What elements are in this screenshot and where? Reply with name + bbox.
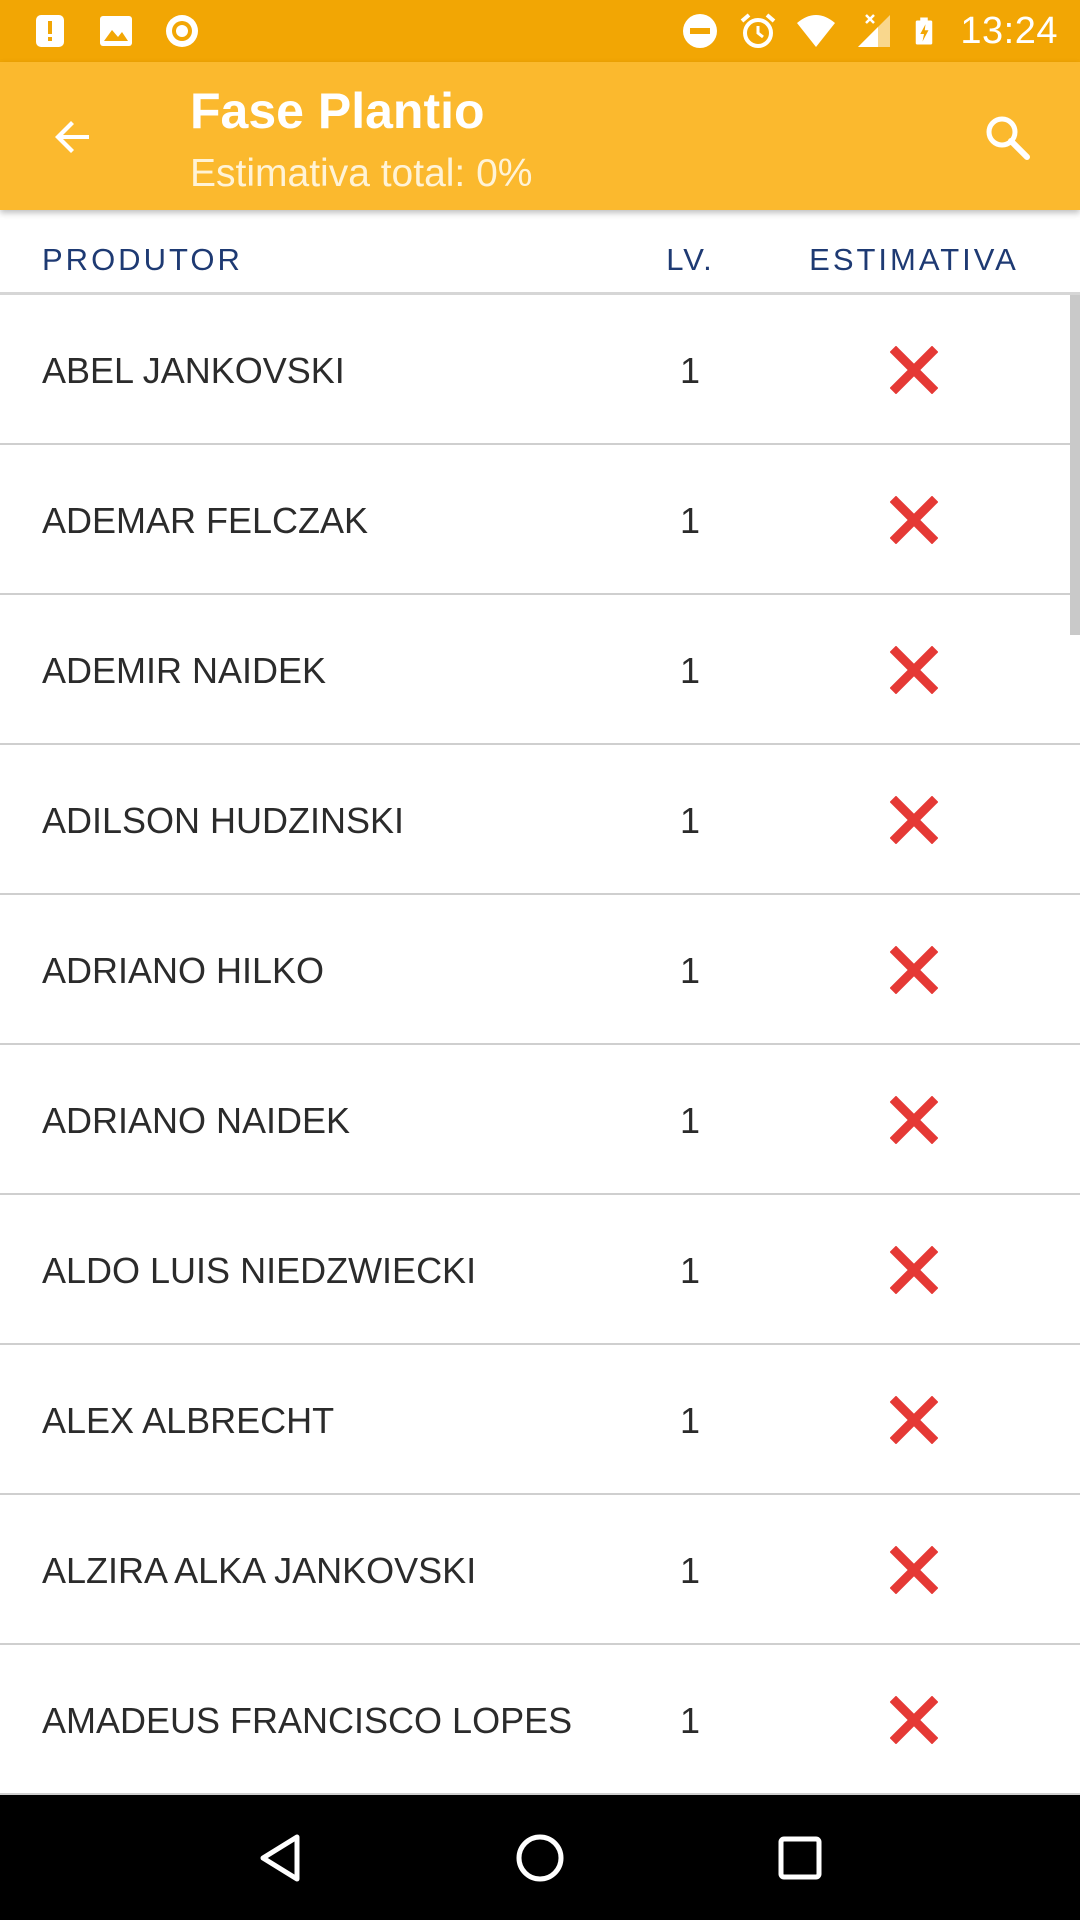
- x-mark-icon: [868, 640, 960, 700]
- producer-name: ADEMIR NAIDEK: [42, 650, 327, 691]
- producer-lv: 1: [679, 800, 701, 841]
- producer-lv: 1: [679, 1100, 701, 1141]
- table-row[interactable]: AMADEUS FRANCISCO LOPES 1: [0, 1645, 1080, 1795]
- status-bar: 13:24: [0, 0, 1080, 62]
- table-row[interactable]: ADRIANO NAIDEK 1: [0, 1045, 1080, 1195]
- back-triangle-icon: [260, 1834, 300, 1881]
- alert-notification-icon: [36, 15, 64, 47]
- cell-signal-icon: [858, 14, 891, 47]
- column-header-lv[interactable]: LV.: [665, 242, 715, 278]
- status-notifications: [30, 11, 202, 51]
- page-title: Fase Plantio: [190, 83, 485, 139]
- back-button[interactable]: [38, 102, 108, 172]
- nav-home-button[interactable]: [500, 1818, 580, 1898]
- producer-lv: 1: [679, 1400, 701, 1441]
- producer-list[interactable]: AMADEUS FRANCISCO LOPES 1 ALZIRA ALKA JANK…: [0, 295, 1080, 1795]
- x-mark-icon: [868, 1240, 960, 1300]
- image-notification-icon: [100, 16, 132, 46]
- status-time: 13:24: [960, 9, 1058, 52]
- search-icon: [986, 116, 1030, 160]
- x-mark-icon: [868, 1090, 960, 1150]
- x-mark-icon: [868, 340, 960, 400]
- table-row[interactable]: ADILSON HUDZINSKI 1: [0, 745, 1080, 895]
- x-mark-icon: [868, 790, 960, 850]
- scrollbar[interactable]: [1070, 295, 1080, 635]
- producer-name: ABEL JANKOVSKI: [42, 350, 345, 391]
- battery-charging-icon: [916, 17, 933, 45]
- table-row[interactable]: ADEMIR NAIDEK 1: [0, 595, 1080, 745]
- x-mark-icon: [868, 490, 960, 550]
- producer-name: ALZIRA ALKA JANKOVSKI: [42, 1550, 477, 1591]
- search-button[interactable]: [972, 102, 1042, 172]
- record-notification-icon: [166, 15, 198, 47]
- producer-name: ADILSON HUDZINSKI: [42, 800, 405, 841]
- x-mark-icon: [868, 1690, 960, 1750]
- x-mark-icon: [868, 1540, 960, 1600]
- column-header-estimativa[interactable]: ESTIMATIVA: [780, 242, 1048, 278]
- column-header-produtor[interactable]: PRODUTOR: [42, 242, 243, 278]
- producer-name: ADEMAR FELCZAK: [42, 500, 369, 541]
- producer-name: ALDO LUIS NIEDZWIECKI: [42, 1250, 477, 1291]
- table-row[interactable]: ALEX ALBRECHT 1: [0, 1345, 1080, 1495]
- nav-recents-button[interactable]: [760, 1818, 840, 1898]
- producer-lv: 1: [679, 500, 701, 541]
- navigation-bar: [0, 1795, 1080, 1920]
- table-row[interactable]: ADEMAR FELCZAK 1: [0, 445, 1080, 595]
- producer-lv: 1: [679, 1250, 701, 1291]
- status-system: 13:24: [680, 10, 1058, 53]
- producer-lv: 1: [679, 350, 701, 391]
- producer-name: ALEX ALBRECHT: [42, 1400, 335, 1441]
- table-row[interactable]: ABEL JANKOVSKI 1: [0, 295, 1080, 445]
- table-row[interactable]: ADRIANO HILKO 1: [0, 895, 1080, 1045]
- producer-name: ADRIANO HILKO: [42, 950, 325, 991]
- recents-square-icon: [778, 1836, 822, 1879]
- producer-lv: 1: [679, 650, 701, 691]
- producer-lv: 1: [679, 1550, 701, 1591]
- producer-lv: 1: [679, 1700, 701, 1741]
- producer-name: AMADEUS FRANCISCO LOPES: [42, 1700, 573, 1741]
- nav-back-button[interactable]: [240, 1818, 320, 1898]
- wifi-icon: [797, 15, 836, 47]
- home-circle-icon: [516, 1834, 564, 1881]
- table-header: PRODUTOR LV. ESTIMATIVA: [0, 210, 1080, 295]
- do-not-disturb-icon: [683, 14, 718, 48]
- alarm-icon: [741, 13, 776, 48]
- producer-lv: 1: [679, 950, 701, 991]
- table-row[interactable]: ALDO LUIS NIEDZWIECKI 1: [0, 1195, 1080, 1345]
- arrow-back-icon: [55, 121, 89, 153]
- table-row[interactable]: ALZIRA ALKA JANKOVSKI 1: [0, 1495, 1080, 1645]
- app-bar: Fase Plantio Estimativa total: 0%: [0, 62, 1080, 210]
- x-mark-icon: [868, 940, 960, 1000]
- producer-name: ADRIANO NAIDEK: [42, 1100, 351, 1141]
- page-subtitle: Estimativa total: 0%: [190, 152, 533, 195]
- x-mark-icon: [868, 1390, 960, 1450]
